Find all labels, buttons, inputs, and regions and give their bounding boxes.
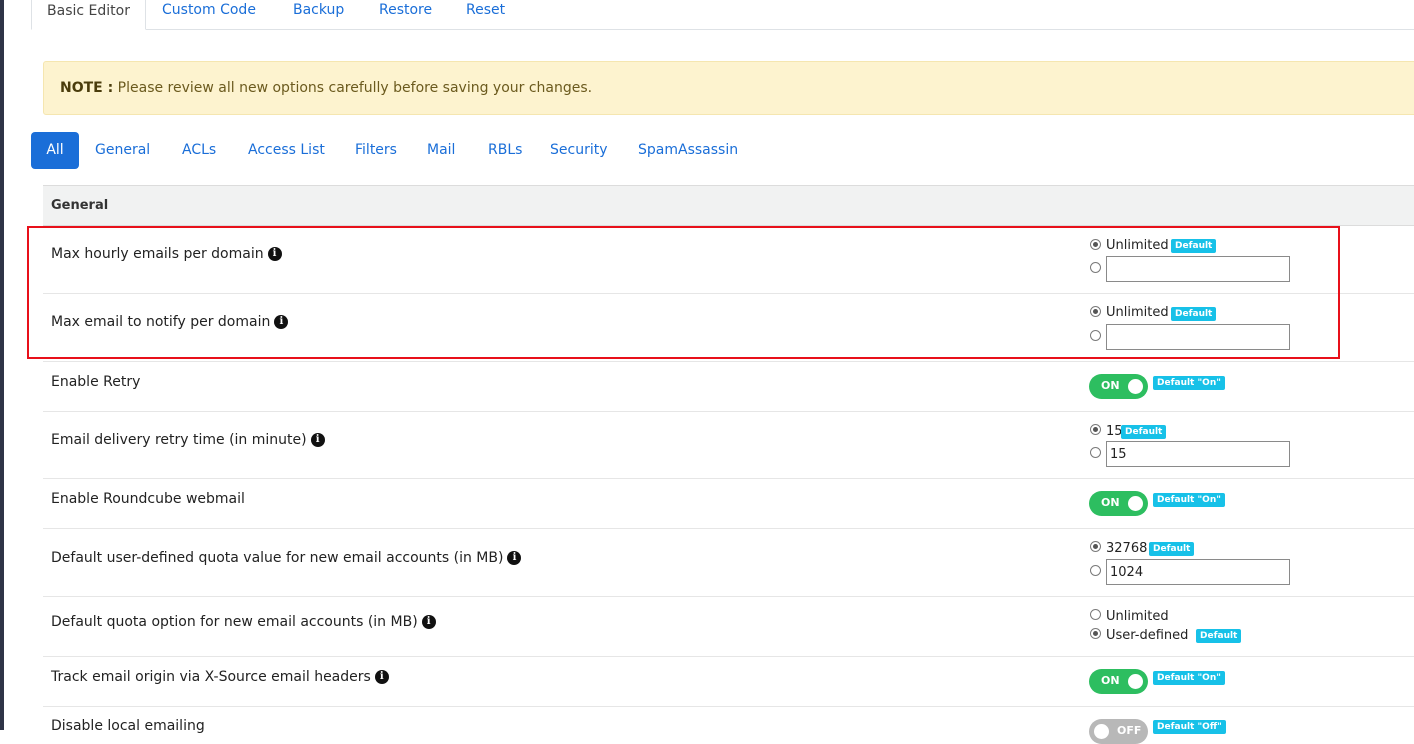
filter-access-list[interactable]: Access List (248, 132, 325, 169)
default-badge: Default (1196, 629, 1242, 643)
setting-label: Enable Roundcube webmail (51, 491, 245, 507)
info-icon[interactable]: i (507, 551, 522, 565)
x-source-toggle[interactable]: ON (1089, 669, 1148, 694)
local-mail-toggle[interactable]: OFF (1089, 719, 1148, 744)
default-on-badge: Default "On" (1153, 493, 1225, 507)
default-on-badge: Default "On" (1153, 671, 1225, 685)
max-hourly-input[interactable] (1106, 256, 1290, 282)
radio-custom[interactable] (1090, 565, 1101, 576)
note-message: Please review all new options carefully … (113, 80, 593, 96)
radio-default[interactable] (1090, 541, 1101, 552)
quota-value-input[interactable] (1106, 559, 1290, 585)
radio-default[interactable] (1090, 424, 1101, 435)
setting-label-text: Track email origin via X-Source email he… (51, 669, 371, 685)
setting-label-text: Max email to notify per domain (51, 314, 271, 330)
toggle-state: OFF (1117, 724, 1142, 737)
radio-custom[interactable] (1090, 447, 1101, 458)
tab-restore[interactable]: Restore (379, 0, 432, 29)
radio-custom[interactable] (1090, 330, 1101, 341)
info-icon[interactable]: i (421, 615, 436, 629)
setting-label: Track email origin via X-Source email he… (51, 669, 389, 685)
option-default-value: 32768 (1106, 541, 1148, 556)
editor-tabs: Basic Editor Custom Code Backup Restore … (31, 0, 1414, 30)
info-icon[interactable]: i (374, 670, 389, 684)
toggle-state: ON (1101, 674, 1120, 687)
default-badge: Default (1149, 542, 1195, 556)
max-notify-input[interactable] (1106, 324, 1290, 350)
filter-all[interactable]: All (31, 132, 79, 169)
setting-label: Max email to notify per domain i (51, 314, 289, 330)
note-label: NOTE : (60, 80, 114, 96)
radio-unlimited[interactable] (1090, 306, 1101, 317)
setting-label-text: Default user-defined quota value for new… (51, 550, 504, 566)
filter-mail[interactable]: Mail (427, 132, 455, 169)
filter-rbls[interactable]: RBLs (488, 132, 522, 169)
note-alert: NOTE : Please review all new options car… (43, 61, 1414, 115)
left-sidebar-edge (0, 0, 4, 730)
filter-general[interactable]: General (95, 132, 150, 169)
section-header-general: General (43, 185, 1414, 226)
section-title: General (51, 198, 109, 213)
setting-label-text: Max hourly emails per domain (51, 246, 264, 262)
option-user-defined: User-defined (1106, 628, 1189, 643)
tab-reset[interactable]: Reset (466, 0, 505, 29)
radio-unlimited[interactable] (1090, 239, 1101, 250)
default-badge: Default (1171, 239, 1217, 253)
toggle-knob (1128, 496, 1143, 511)
info-icon[interactable]: i (310, 433, 325, 447)
toggle-knob (1094, 724, 1109, 739)
toggle-state: ON (1101, 379, 1120, 392)
roundcube-toggle[interactable]: ON (1089, 491, 1148, 516)
tab-custom-code[interactable]: Custom Code (162, 0, 256, 29)
default-badge: Default (1171, 307, 1217, 321)
note-text: NOTE : Please review all new options car… (60, 80, 592, 96)
enable-retry-toggle[interactable]: ON (1089, 374, 1148, 399)
setting-label: Default quota option for new email accou… (51, 614, 436, 630)
setting-label-text: Default quota option for new email accou… (51, 614, 418, 630)
option-unlimited: Unlimited (1106, 305, 1169, 320)
option-unlimited: Unlimited (1106, 609, 1169, 624)
setting-label: Email delivery retry time (in minute) i (51, 432, 325, 448)
toggle-knob (1128, 674, 1143, 689)
info-icon[interactable]: i (267, 247, 282, 261)
setting-label: Default user-defined quota value for new… (51, 550, 522, 566)
option-unlimited: Unlimited (1106, 238, 1169, 253)
toggle-knob (1128, 379, 1143, 394)
info-icon[interactable]: i (274, 315, 289, 329)
tab-backup[interactable]: Backup (293, 0, 344, 29)
filter-filters[interactable]: Filters (355, 132, 397, 169)
radio-custom[interactable] (1090, 262, 1101, 273)
tab-basic-editor[interactable]: Basic Editor (31, 0, 146, 30)
filter-acls[interactable]: ACLs (182, 132, 216, 169)
default-on-badge: Default "On" (1153, 376, 1225, 390)
filter-security[interactable]: Security (550, 132, 608, 169)
toggle-state: ON (1101, 496, 1120, 509)
radio-unlimited[interactable] (1090, 609, 1101, 620)
default-off-badge: Default "Off" (1153, 720, 1226, 734)
retry-time-input[interactable] (1106, 441, 1290, 467)
setting-label: Max hourly emails per domain i (51, 246, 282, 262)
filter-spamassassin[interactable]: SpamAssassin (638, 132, 738, 169)
setting-label-text: Email delivery retry time (in minute) (51, 432, 307, 448)
setting-row-quota-option: Default quota option for new email accou… (43, 597, 1414, 657)
setting-label: Disable local emailing (51, 718, 205, 734)
radio-user-defined[interactable] (1090, 628, 1101, 639)
setting-label: Enable Retry (51, 374, 141, 390)
default-badge: Default (1121, 425, 1167, 439)
